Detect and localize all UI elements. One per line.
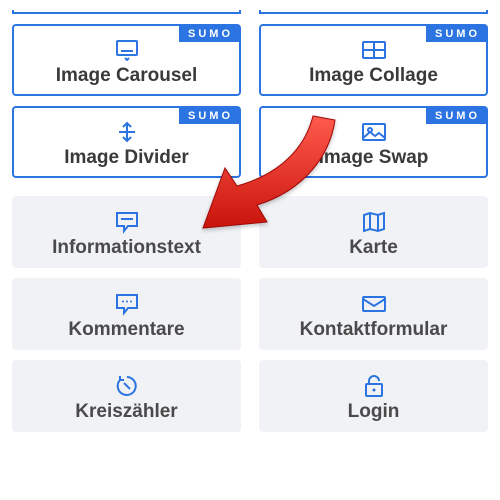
image-icon bbox=[361, 119, 387, 145]
sumo-badge: SUMO bbox=[179, 108, 239, 124]
speech-bubble-icon bbox=[114, 209, 140, 235]
comment-icon bbox=[114, 291, 140, 317]
partial-card-stub bbox=[259, 10, 488, 14]
card-label: Kontaktformular bbox=[300, 319, 448, 341]
module-card-image-divider[interactable]: SUMO Image Divider bbox=[12, 106, 241, 178]
card-label: Image Carousel bbox=[56, 65, 198, 87]
card-label: Image Swap bbox=[319, 147, 429, 169]
card-label: Image Divider bbox=[64, 147, 189, 169]
module-card-login[interactable]: Login bbox=[259, 360, 488, 432]
envelope-icon bbox=[361, 291, 387, 317]
card-label: Image Collage bbox=[309, 65, 438, 87]
circle-counter-icon bbox=[115, 373, 139, 399]
module-card-image-carousel[interactable]: SUMO Image Carousel bbox=[12, 24, 241, 96]
grid-icon bbox=[361, 37, 387, 63]
module-card-informationstext[interactable]: Informationstext bbox=[12, 196, 241, 268]
unlock-icon bbox=[363, 373, 385, 399]
divider-icon bbox=[117, 119, 137, 145]
module-card-kreiszaehler[interactable]: Kreiszähler bbox=[12, 360, 241, 432]
card-label: Kommentare bbox=[68, 319, 184, 341]
card-label: Kreiszähler bbox=[75, 401, 177, 423]
module-card-image-collage[interactable]: SUMO Image Collage bbox=[259, 24, 488, 96]
carousel-icon bbox=[114, 37, 140, 63]
module-card-karte[interactable]: Karte bbox=[259, 196, 488, 268]
map-icon bbox=[361, 209, 387, 235]
sumo-badge: SUMO bbox=[426, 108, 486, 124]
card-label: Karte bbox=[349, 237, 398, 259]
card-label: Informationstext bbox=[52, 237, 201, 259]
module-card-kontaktformular[interactable]: Kontaktformular bbox=[259, 278, 488, 350]
module-card-kommentare[interactable]: Kommentare bbox=[12, 278, 241, 350]
card-label: Login bbox=[348, 401, 400, 423]
sumo-badge: SUMO bbox=[179, 26, 239, 42]
sumo-badge: SUMO bbox=[426, 26, 486, 42]
partial-row-above bbox=[12, 10, 488, 14]
partial-card-stub bbox=[12, 10, 241, 14]
module-card-image-swap[interactable]: SUMO Image Swap bbox=[259, 106, 488, 178]
